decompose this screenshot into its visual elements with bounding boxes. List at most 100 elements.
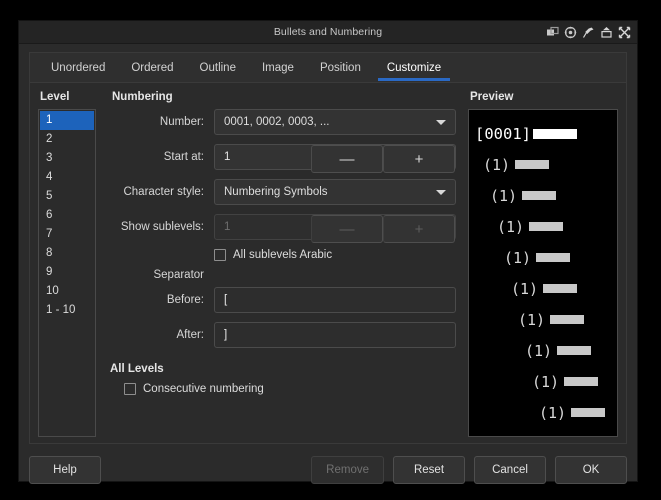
dialog-title: Bullets and Numbering bbox=[273, 26, 383, 38]
close-icon[interactable] bbox=[618, 26, 631, 39]
number-row: Number: 0001, 0002, 0003, ... bbox=[110, 109, 456, 135]
help-button[interactable]: Help bbox=[29, 456, 101, 484]
level-item[interactable]: 5 bbox=[40, 187, 94, 206]
consecutive-numbering-row: Consecutive numbering bbox=[110, 383, 456, 395]
start-at-row: Start at: 1 — + bbox=[110, 144, 456, 173]
preview-number: [0001] bbox=[475, 124, 531, 143]
preview-row: (1) bbox=[475, 273, 611, 304]
dialog-body: Unordered Ordered Outline Image Position Cust… bbox=[19, 44, 637, 444]
all-sublevels-arabic-row: All sublevels Arabic bbox=[110, 249, 456, 261]
tab-customize[interactable]: Customize bbox=[374, 53, 454, 82]
preview-row: (1) bbox=[475, 211, 611, 242]
chevron-down-icon bbox=[427, 189, 455, 195]
move-icon[interactable] bbox=[564, 26, 577, 39]
level-item[interactable]: 6 bbox=[40, 206, 94, 225]
tab-unordered[interactable]: Unordered bbox=[38, 53, 118, 82]
preview-number: (1) bbox=[490, 186, 518, 205]
start-at-increment-button[interactable]: + bbox=[383, 145, 455, 173]
preview-row: (1) bbox=[475, 180, 611, 211]
preview-number: (1) bbox=[483, 155, 511, 174]
preview-row: (1) bbox=[475, 397, 611, 428]
dialog-footer: Help Remove Reset Cancel OK bbox=[19, 444, 637, 496]
preview-title: Preview bbox=[470, 91, 514, 103]
level-title: Level bbox=[40, 91, 70, 103]
level-item[interactable]: 2 bbox=[40, 130, 94, 149]
tab-position[interactable]: Position bbox=[307, 53, 374, 82]
start-at-label: Start at: bbox=[163, 151, 204, 163]
preview-text-bar bbox=[564, 377, 599, 386]
preview-section: Preview [0001] (1) (1) (1) (1) (1) (1) (1) (1) (1… bbox=[468, 91, 618, 437]
tab-strip: Unordered Ordered Outline Image Position Cust… bbox=[29, 52, 627, 82]
preview-row: [0001] bbox=[475, 118, 611, 149]
all-sublevels-arabic-label[interactable]: All sublevels Arabic bbox=[233, 249, 332, 261]
level-item[interactable]: 3 bbox=[40, 149, 94, 168]
level-section: Level 1 2 3 4 5 6 7 8 9 10 1 - 10 bbox=[38, 91, 96, 437]
preview-number: (1) bbox=[525, 341, 553, 360]
screen: Bullets and Numbering Unordered Ordered … bbox=[0, 0, 661, 500]
level-list[interactable]: 1 2 3 4 5 6 7 8 9 10 1 - 10 bbox=[38, 109, 96, 437]
number-dropdown[interactable]: 0001, 0002, 0003, ... bbox=[214, 109, 456, 135]
number-label: Number: bbox=[159, 116, 204, 128]
preview-text-bar bbox=[522, 191, 557, 200]
restore-icon[interactable] bbox=[546, 26, 559, 39]
preview-number: (1) bbox=[504, 248, 532, 267]
level-item[interactable]: 4 bbox=[40, 168, 94, 187]
preview-text-bar bbox=[571, 408, 606, 417]
preview-number: (1) bbox=[532, 372, 560, 391]
preview-row: (1) bbox=[475, 335, 611, 366]
level-item[interactable]: 10 bbox=[40, 282, 94, 301]
preview-text-bar bbox=[515, 160, 550, 169]
preview-row: (1) bbox=[475, 304, 611, 335]
preview-number: (1) bbox=[539, 403, 567, 422]
level-item[interactable]: 8 bbox=[40, 244, 94, 263]
separator-before-row: Before: [ bbox=[110, 287, 456, 313]
show-sublevels-stepper: 1 — + bbox=[214, 214, 456, 243]
preview-number: (1) bbox=[497, 217, 525, 236]
level-item[interactable]: 9 bbox=[40, 263, 94, 282]
pin-icon[interactable] bbox=[582, 26, 595, 39]
reset-button[interactable]: Reset bbox=[393, 456, 465, 484]
separator-before-input[interactable]: [ bbox=[214, 287, 456, 313]
separator-before-label: Before: bbox=[166, 294, 204, 306]
preview-number: (1) bbox=[511, 279, 539, 298]
title-bar[interactable]: Bullets and Numbering bbox=[19, 21, 637, 44]
ok-button[interactable]: OK bbox=[555, 456, 627, 484]
preview-number: (1) bbox=[518, 310, 546, 329]
level-item[interactable]: 1 - 10 bbox=[40, 301, 94, 320]
show-sublevels-value: 1 bbox=[224, 221, 231, 233]
character-style-value: Numbering Symbols bbox=[224, 186, 328, 198]
preview-row: (1) bbox=[475, 242, 611, 273]
level-item[interactable]: 1 bbox=[40, 111, 94, 130]
character-style-label: Character style: bbox=[123, 186, 204, 198]
separator-after-row: After: ] bbox=[110, 322, 456, 348]
separator-after-label: After: bbox=[176, 329, 204, 341]
window-controls bbox=[546, 21, 631, 43]
consecutive-numbering-label[interactable]: Consecutive numbering bbox=[143, 383, 264, 395]
level-item[interactable]: 7 bbox=[40, 225, 94, 244]
numbering-section: Numbering Number: 0001, 0002, 0003, ... … bbox=[96, 91, 468, 437]
chevron-down-icon bbox=[427, 119, 455, 125]
preview-text-bar bbox=[536, 253, 571, 262]
show-sublevels-label: Show sublevels: bbox=[120, 221, 204, 233]
preview-text-bar bbox=[550, 315, 585, 324]
start-at-stepper[interactable]: 1 — + bbox=[214, 144, 456, 173]
character-style-row: Character style: Numbering Symbols bbox=[110, 179, 456, 205]
start-at-value[interactable]: 1 bbox=[215, 145, 311, 169]
all-sublevels-arabic-checkbox[interactable] bbox=[214, 249, 226, 261]
bullets-and-numbering-dialog: Bullets and Numbering Unordered Ordered … bbox=[18, 20, 638, 484]
preview-box: [0001] (1) (1) (1) (1) (1) (1) (1) (1) (1) bbox=[468, 109, 618, 437]
start-at-decrement-button[interactable]: — bbox=[311, 145, 383, 173]
preview-text-bar bbox=[529, 222, 564, 231]
tab-image[interactable]: Image bbox=[249, 53, 307, 82]
separator-after-input[interactable]: ] bbox=[214, 322, 456, 348]
preview-row: (1) bbox=[475, 149, 611, 180]
shade-icon[interactable] bbox=[600, 26, 613, 39]
preview-text-bar bbox=[557, 346, 592, 355]
remove-button: Remove bbox=[311, 456, 384, 484]
tab-outline[interactable]: Outline bbox=[187, 53, 249, 82]
consecutive-numbering-checkbox[interactable] bbox=[124, 383, 136, 395]
cancel-button[interactable]: Cancel bbox=[474, 456, 546, 484]
preview-text-bar bbox=[533, 128, 577, 139]
tab-ordered[interactable]: Ordered bbox=[118, 53, 186, 82]
character-style-dropdown[interactable]: Numbering Symbols bbox=[214, 179, 456, 205]
